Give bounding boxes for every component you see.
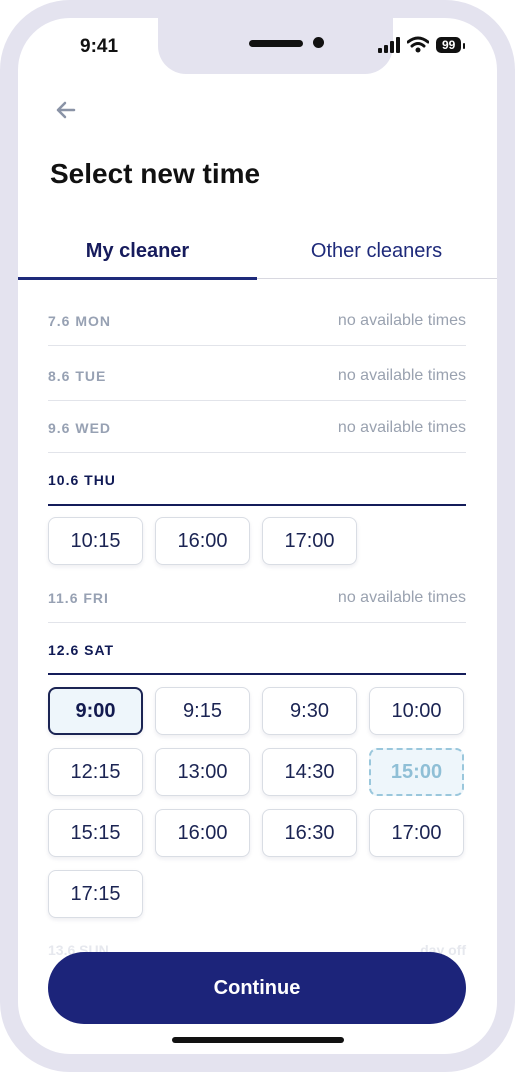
time-slot[interactable]: 15:15 [48, 809, 143, 857]
time-slot[interactable]: 17:00 [262, 517, 357, 565]
time-slot[interactable]: 12:15 [48, 748, 143, 796]
day-label: 9.6 WED [48, 420, 112, 436]
home-indicator [172, 1037, 344, 1043]
speaker [249, 40, 303, 47]
tab-bar: My cleaner Other cleaners [18, 226, 497, 280]
tab-my-cleaner[interactable]: My cleaner [18, 226, 257, 277]
day-note: no available times [337, 589, 466, 606]
day-row-fri: 11.6 FRI no available times [48, 589, 466, 607]
time-slot-selected[interactable]: 9:00 [48, 687, 143, 735]
day-label: 8.6 TUE [48, 368, 107, 384]
divider [48, 622, 466, 623]
time-slot[interactable]: 14:30 [262, 748, 357, 796]
time-slot[interactable]: 10:15 [48, 517, 143, 565]
time-slot[interactable]: 9:30 [262, 687, 357, 735]
camera [313, 37, 324, 48]
time-slot[interactable]: 17:15 [48, 870, 143, 918]
time-slot[interactable]: 16:00 [155, 517, 250, 565]
battery-icon: 99 [436, 36, 466, 53]
time-slot[interactable]: 17:00 [369, 809, 464, 857]
day-row-thu: 10.6 THU [48, 472, 466, 488]
day-underline [48, 504, 466, 506]
time-slot[interactable]: 16:00 [155, 809, 250, 857]
divider [48, 400, 466, 401]
day-note: no available times [337, 367, 466, 384]
time-slot[interactable]: 13:00 [155, 748, 250, 796]
day-row-wed: 9.6 WED no available times [48, 419, 466, 437]
day-note: no available times [337, 419, 466, 436]
day-row-sat: 12.6 SAT [48, 642, 466, 658]
continue-button[interactable]: Continue [48, 952, 466, 1024]
divider [48, 452, 466, 453]
notch [158, 18, 393, 74]
time-slot-highlighted[interactable]: 15:00 [369, 748, 464, 796]
tab-other-cleaners[interactable]: Other cleaners [257, 226, 496, 277]
status-time: 9:41 [80, 36, 119, 57]
day-label: 12.6 SAT [48, 642, 115, 658]
wifi-icon [407, 36, 429, 53]
tab-label: My cleaner [85, 240, 190, 262]
time-slot[interactable]: 10:00 [369, 687, 464, 735]
day-label: 11.6 FRI [48, 590, 109, 606]
divider [48, 345, 466, 346]
time-slot[interactable]: 9:15 [155, 687, 250, 735]
day-label: 10.6 THU [48, 472, 116, 488]
back-arrow-icon[interactable] [52, 96, 80, 124]
day-underline [48, 673, 466, 675]
day-row-tue: 8.6 TUE no available times [48, 367, 466, 385]
time-slot[interactable]: 16:30 [262, 809, 357, 857]
day-row-mon: 7.6 MON no available times [48, 312, 466, 330]
page-title: Select new time [50, 158, 261, 189]
day-note: no available times [337, 312, 466, 329]
tab-label: Other cleaners [310, 240, 443, 262]
signal-bars-icon [378, 36, 400, 53]
status-icons: 99 [378, 36, 466, 53]
tab-indicator [18, 277, 257, 280]
day-label: 7.6 MON [48, 313, 112, 329]
